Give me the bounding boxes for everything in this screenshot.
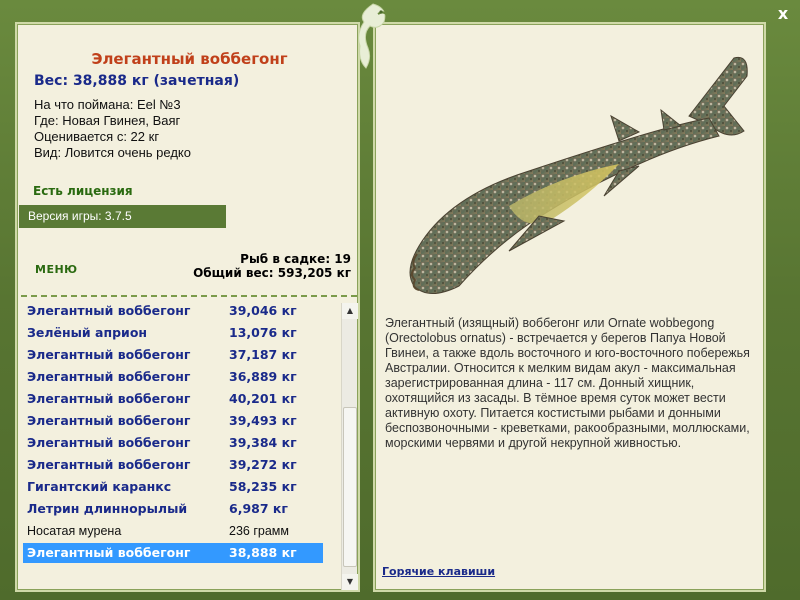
list-item-selected[interactable]: Элегантный воббегонг 38,888 кг	[23, 543, 323, 563]
catch-name: Элегантный воббегонг	[27, 347, 191, 362]
catch-name: Элегантный воббегонг	[27, 457, 191, 472]
list-item[interactable]: Элегантный воббегонг 39,493 кг	[23, 411, 323, 431]
list-item[interactable]: Зелёный априон 13,076 кг	[23, 323, 323, 343]
list-item[interactable]: Летрин длиннорылый 6,987 кг	[23, 499, 323, 519]
caught-on-text: На что поймана: Eel №3	[34, 97, 181, 112]
cage-total-weight: Общий вес: 593,205 кг	[193, 266, 351, 280]
fish-logo-icon	[358, 3, 389, 69]
catch-weight: 58,235 кг	[229, 479, 297, 494]
list-item[interactable]: Элегантный воббегонг 39,384 кг	[23, 433, 323, 453]
fish-info-panel: Элегантный воббегонг Вес: 38,888 кг (зач…	[15, 22, 360, 592]
catch-name: Носатая мурена	[27, 524, 122, 538]
catch-weight: 39,493 кг	[229, 413, 297, 428]
catch-name: Элегантный воббегонг	[27, 435, 191, 450]
catch-name: Гигантский каранкс	[27, 479, 172, 494]
fish-description: Элегантный (изящный) воббегонг или Ornat…	[385, 316, 750, 450]
catch-name: Зелёный априон	[27, 325, 148, 340]
list-scrollbar[interactable]: ▲ ▼	[341, 303, 358, 590]
hotkeys-link[interactable]: Горячие клавиши	[382, 565, 495, 578]
list-item[interactable]: Элегантный воббегонг 39,046 кг	[23, 301, 323, 321]
fish-weight: Вес: 38,888 кг (зачетная)	[34, 73, 240, 89]
catch-weight: 13,076 кг	[229, 325, 297, 340]
rarity-text: Вид: Ловится очень редко	[34, 145, 191, 160]
scroll-down-icon[interactable]: ▼	[342, 574, 358, 590]
version-bar: Версия игры: 3.7.5	[19, 205, 226, 228]
catch-weight: 39,046 кг	[229, 303, 297, 318]
scroll-up-icon[interactable]: ▲	[342, 303, 358, 319]
catch-weight: 39,384 кг	[229, 435, 297, 450]
catch-weight: 38,888 кг	[229, 545, 297, 560]
valued-from-text: Оценивается с: 22 кг	[34, 129, 160, 144]
catch-name: Элегантный воббегонг	[27, 303, 191, 318]
list-item[interactable]: Элегантный воббегонг 37,187 кг	[23, 345, 323, 365]
catch-weight: 39,272 кг	[229, 457, 297, 472]
cage-count: Рыб в садке: 19	[240, 252, 351, 266]
catch-weight: 40,201 кг	[229, 391, 297, 406]
catch-name: Элегантный воббегонг	[27, 369, 191, 384]
close-button[interactable]: x	[773, 4, 793, 24]
catch-name: Летрин длиннорылый	[27, 501, 188, 516]
list-item[interactable]: Элегантный воббегонг 40,201 кг	[23, 389, 323, 409]
catch-weight: 236 грамм	[229, 524, 289, 538]
catch-name: Элегантный воббегонг	[27, 391, 191, 406]
catch-weight: 36,889 кг	[229, 369, 297, 384]
catch-weight: 37,187 кг	[229, 347, 297, 362]
divider	[21, 295, 357, 297]
catch-name: Элегантный воббегонг	[27, 413, 191, 428]
catch-weight: 6,987 кг	[229, 501, 288, 516]
cage-stats: Рыб в садке: 19 Общий вес: 593,205 кг	[193, 252, 351, 280]
list-item[interactable]: Элегантный воббегонг 39,272 кг	[23, 455, 323, 475]
window-frame: x Элегантный воббегонг Вес: 38,888 кг (з…	[0, 0, 800, 600]
list-item[interactable]: Гигантский каранкс 58,235 кг	[23, 477, 323, 497]
fish-detail-panel: Элегантный (изящный) воббегонг или Ornat…	[373, 22, 766, 592]
license-status: Есть лицензия	[33, 184, 133, 198]
location-text: Где: Новая Гвинея, Ваяг	[34, 113, 181, 128]
list-item[interactable]: Элегантный воббегонг 36,889 кг	[23, 367, 323, 387]
fish-title: Элегантный воббегонг	[91, 50, 288, 68]
catch-list: Элегантный воббегонг 39,046 кг Зелёный ап…	[21, 301, 341, 591]
list-item[interactable]: Носатая мурена 236 грамм	[23, 521, 323, 541]
catch-name: Элегантный воббегонг	[27, 545, 191, 560]
menu-button[interactable]: МЕНЮ	[35, 263, 78, 276]
fish-image	[409, 56, 748, 294]
scroll-thumb[interactable]	[343, 407, 357, 567]
